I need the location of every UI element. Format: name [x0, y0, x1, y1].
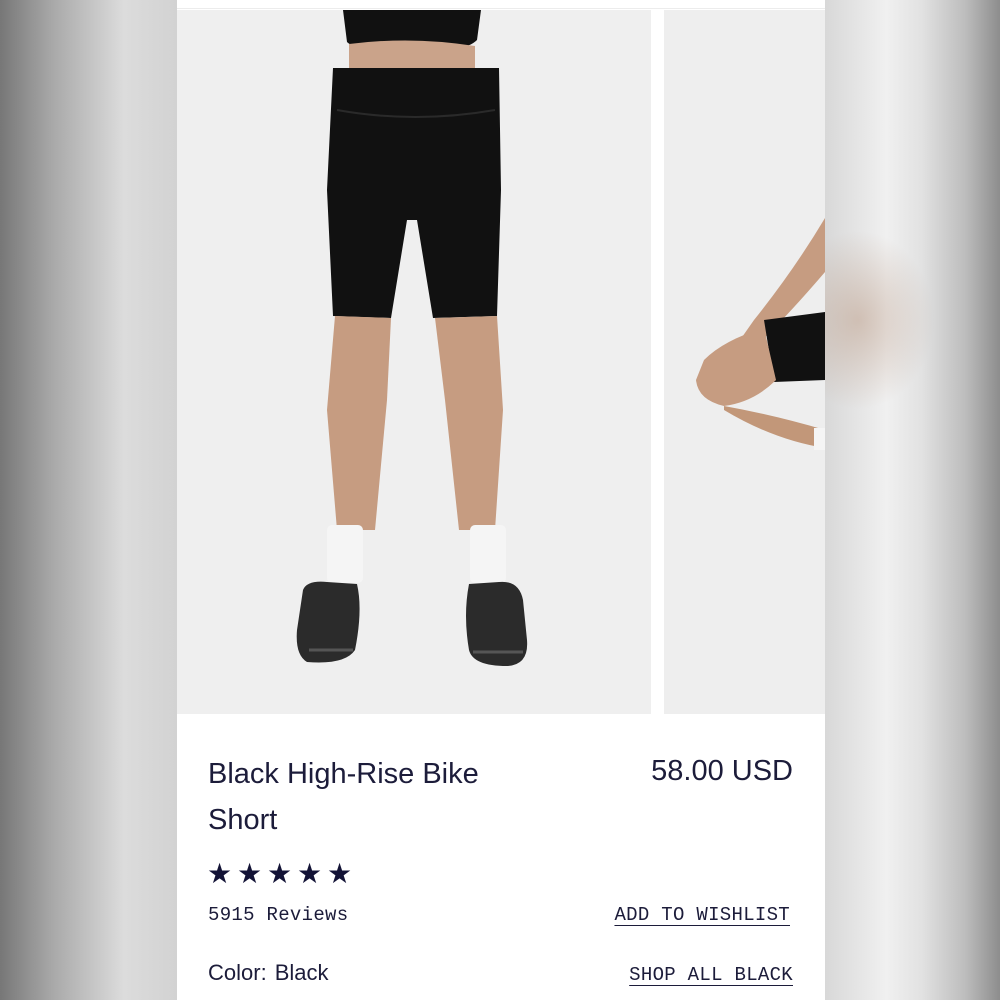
color-label: Color:: [208, 960, 267, 985]
background-blur-right: [825, 0, 1000, 1000]
product-price: 58.00 USD: [651, 755, 793, 787]
product-image-secondary[interactable]: [664, 10, 825, 714]
product-card: Black High-Rise Bike Short 58.00 USD ★ ★…: [177, 0, 825, 1000]
product-image-main[interactable]: [177, 10, 651, 714]
reviews-link[interactable]: 5915 Reviews: [208, 904, 348, 926]
star-icon: ★: [267, 858, 293, 889]
rating-stars[interactable]: ★ ★ ★ ★ ★: [207, 858, 353, 889]
star-icon: ★: [297, 858, 323, 889]
color-selection: Color: Black: [208, 960, 328, 986]
star-icon: ★: [237, 858, 263, 889]
star-icon: ★: [207, 858, 233, 889]
color-value: Black: [274, 960, 329, 985]
shop-all-black-link[interactable]: SHOP ALL BLACK: [629, 964, 793, 986]
star-icon: ★: [327, 858, 353, 889]
add-to-wishlist-link[interactable]: ADD TO WISHLIST: [614, 904, 790, 926]
top-strip: [177, 0, 825, 9]
product-title: Black High-Rise Bike Short: [208, 758, 479, 836]
background-blur-left: [0, 0, 177, 1000]
product-info: Black High-Rise Bike Short 58.00 USD ★ ★…: [177, 714, 825, 1000]
